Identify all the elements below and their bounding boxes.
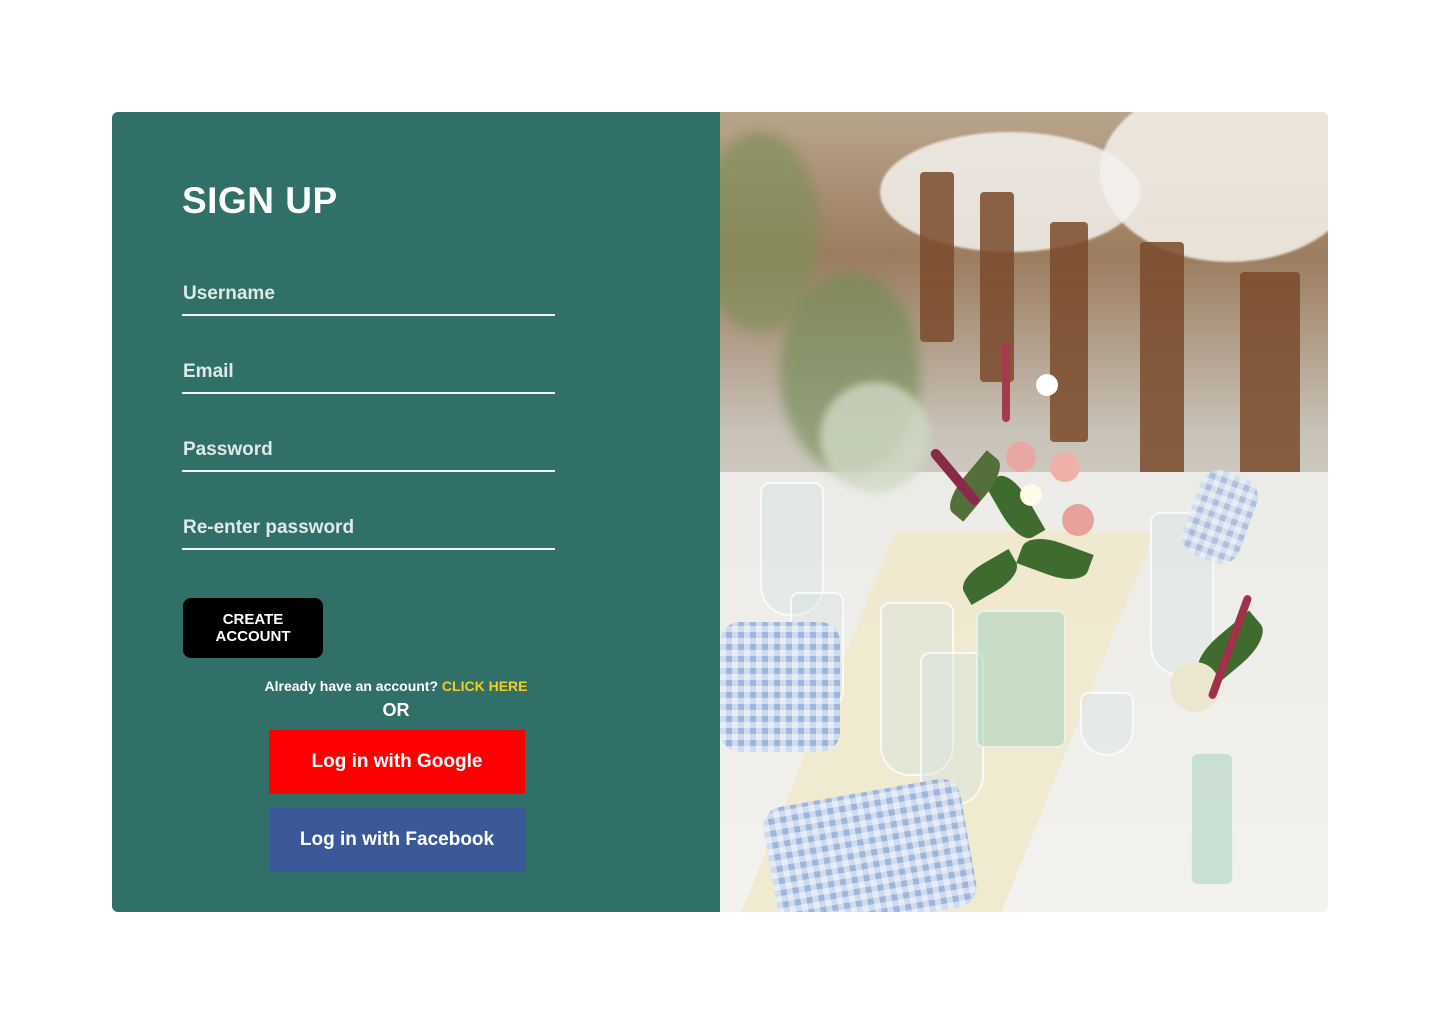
vase — [976, 610, 1066, 748]
rose — [1006, 442, 1036, 472]
signup-form-panel: SIGN UP CREATE ACCOUNT Already have an a… — [112, 112, 720, 912]
login-link[interactable]: CLICK HERE — [442, 678, 528, 694]
red-spike-flower — [1002, 342, 1010, 422]
flowers-blur — [820, 382, 930, 492]
login-prompt: Already have an account? CLICK HERE — [112, 678, 680, 694]
rose — [1062, 504, 1094, 536]
username-input[interactable] — [182, 274, 556, 314]
hero-image — [720, 112, 1328, 912]
napkin — [720, 622, 840, 752]
rose — [1050, 452, 1080, 482]
chair — [1140, 242, 1184, 502]
chair — [920, 172, 954, 342]
password-field — [182, 430, 556, 472]
signup-card: SIGN UP CREATE ACCOUNT Already have an a… — [112, 112, 1328, 912]
or-divider: OR — [382, 700, 410, 720]
password-input[interactable] — [182, 430, 556, 470]
email-field — [182, 352, 556, 394]
reenter-password-input[interactable] — [182, 508, 556, 548]
white-flower — [1036, 374, 1058, 396]
username-field — [182, 274, 556, 316]
email-input[interactable] — [182, 352, 556, 392]
page-title: SIGN UP — [182, 180, 338, 221]
chair — [1050, 222, 1088, 442]
vase — [1190, 752, 1234, 886]
facebook-login-button[interactable]: Log in with Facebook — [269, 808, 525, 872]
create-account-button[interactable]: CREATE ACCOUNT — [183, 598, 323, 658]
white-flower — [1020, 484, 1042, 506]
reenter-password-field — [182, 508, 556, 550]
glass — [1080, 692, 1134, 756]
google-login-button[interactable]: Log in with Google — [269, 730, 525, 794]
login-prompt-text: Already have an account? — [264, 678, 439, 694]
